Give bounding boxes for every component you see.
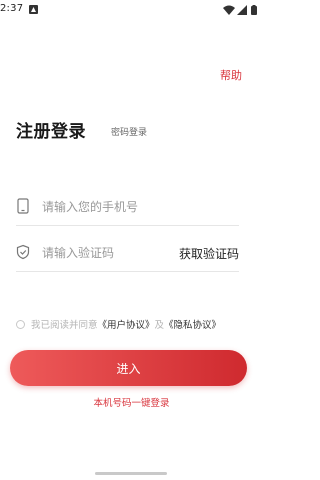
code-field-row: 获取验证码 — [16, 236, 239, 272]
code-input[interactable] — [42, 242, 172, 264]
shield-check-icon — [16, 244, 30, 260]
phone-input[interactable] — [42, 196, 172, 218]
one-click-login-link[interactable]: 本机号码一键登录 — [0, 395, 263, 409]
status-icons — [223, 5, 259, 15]
battery-icon — [251, 5, 257, 15]
user-agreement-link[interactable]: 《用户协议》 — [98, 317, 155, 331]
status-time: 2:37 — [0, 3, 24, 14]
page-title: 注册登录 — [16, 122, 86, 142]
agree-checkbox[interactable] — [16, 319, 25, 329]
agreement-row: 我已阅读并同意 《用户协议》 及 《隐私协议》 — [16, 317, 256, 331]
privacy-agreement-link[interactable]: 《隐私协议》 — [164, 317, 221, 331]
get-code-button[interactable]: 获取验证码 — [179, 245, 239, 262]
wifi-icon — [223, 5, 235, 15]
agreement-and: 及 — [154, 320, 165, 331]
phone-field-row — [16, 190, 239, 226]
login-button[interactable]: 进入 — [10, 350, 247, 386]
password-login-link[interactable]: 密码登录 — [111, 125, 147, 138]
notification-a-icon — [29, 5, 38, 14]
agreement-prefix: 我已阅读并同意 — [31, 320, 98, 331]
help-link[interactable]: 帮助 — [220, 67, 242, 83]
phone-icon — [16, 198, 30, 214]
signal-icon — [237, 5, 247, 15]
status-bar: 2:37 — [0, 0, 263, 20]
gesture-bar — [95, 472, 167, 475]
